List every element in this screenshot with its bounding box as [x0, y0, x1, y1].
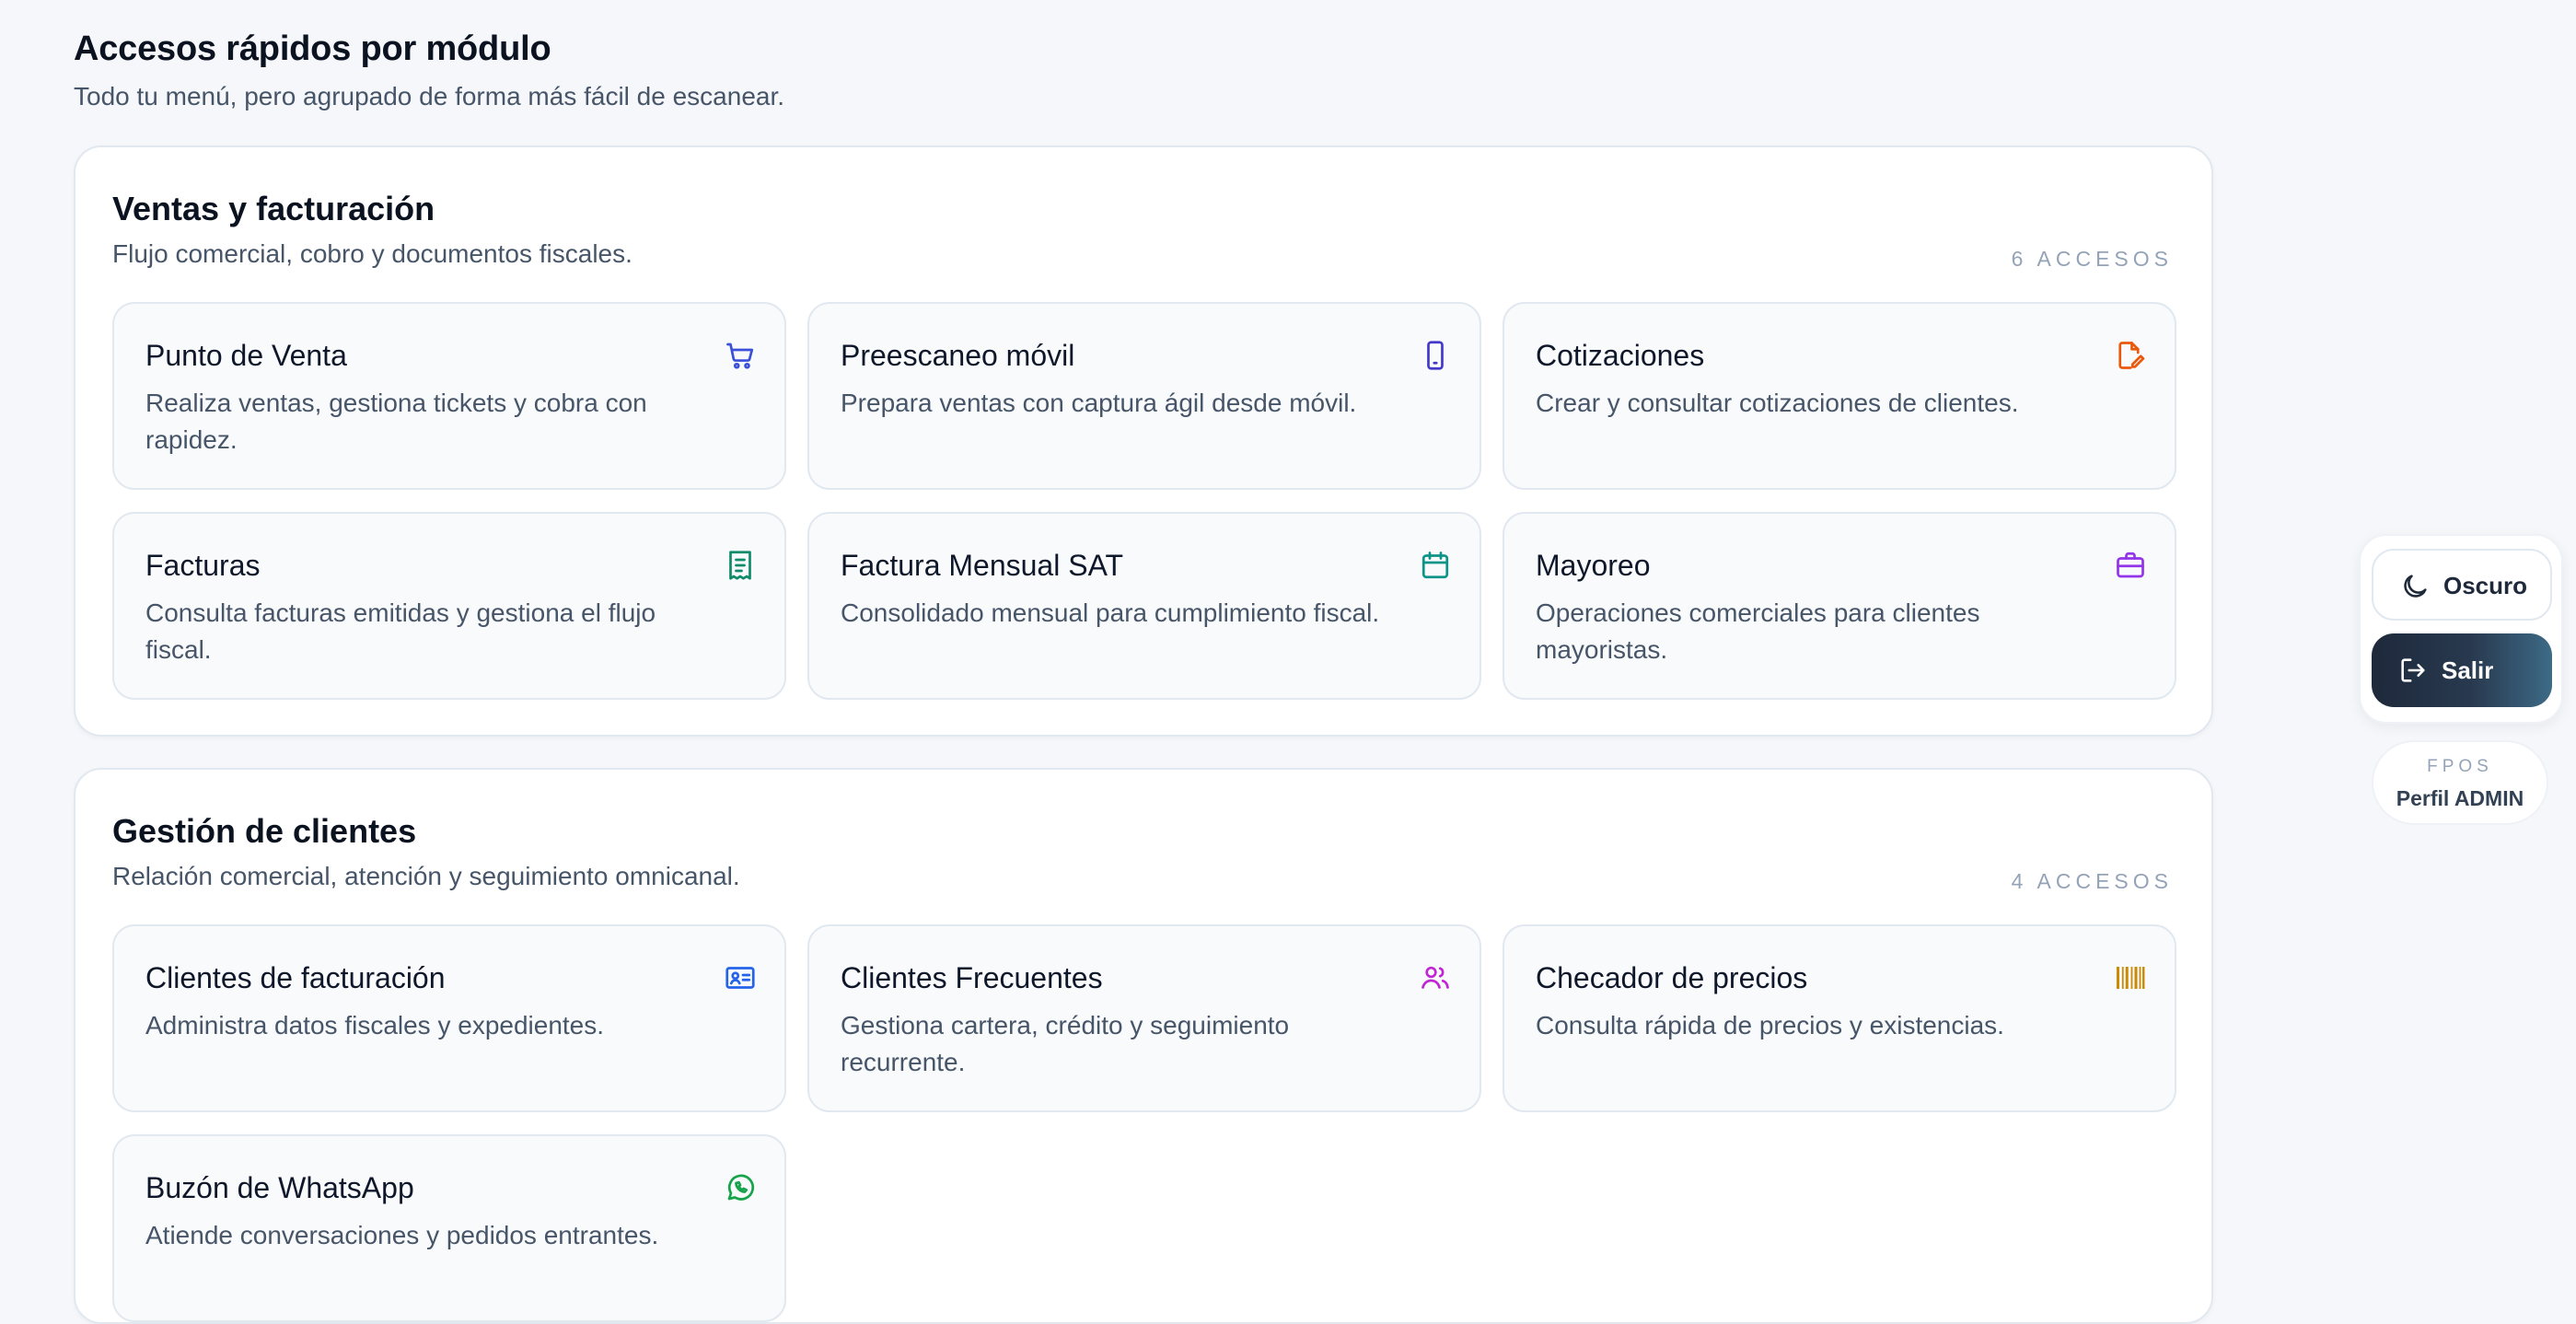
profile-badge: FPOS Perfil ADMIN [2372, 740, 2548, 825]
card-factura-mensual-sat[interactable]: Factura Mensual SAT Consolidado mensual … [807, 512, 1481, 700]
logout-button[interactable]: Salir [2372, 633, 2552, 707]
card-clientes-facturacion[interactable]: Clientes de facturación Administra datos… [112, 924, 786, 1112]
card-title: Clientes Frecuentes [841, 961, 1103, 994]
card-description: Realiza ventas, gestiona tickets y cobra… [145, 389, 647, 454]
page-subtitle: Todo tu menú, pero agrupado de forma más… [74, 82, 785, 110]
section-gestion-clientes: Gestión de clientes Relación comercial, … [74, 768, 2213, 1324]
card-description: Operaciones comerciales para clientes ma… [1536, 598, 1980, 664]
card-description: Administra datos fiscales y expedientes. [145, 1011, 605, 1039]
card-description: Consulta facturas emitidas y gestiona el… [145, 598, 656, 664]
page-title: Accesos rápidos por módulo [74, 29, 551, 68]
card-buzon-whatsapp[interactable]: Buzón de WhatsApp Atiende conversaciones… [112, 1134, 786, 1322]
card-description: Gestiona cartera, crédito y seguimiento … [841, 1011, 1290, 1076]
card-title: Checador de precios [1536, 961, 1808, 994]
moon-icon [2399, 571, 2431, 602]
card-punto-de-venta[interactable]: Punto de Venta Realiza ventas, gestiona … [112, 302, 786, 490]
app-name: FPOS [2427, 757, 2493, 776]
card-cotizaciones[interactable]: Cotizaciones Crear y consultar cotizacio… [1503, 302, 2176, 490]
card-clientes-frecuentes[interactable]: Clientes Frecuentes Gestiona cartera, cr… [807, 924, 1481, 1112]
card-title: Punto de Venta [145, 339, 347, 372]
card-description: Prepara ventas con captura ágil desde mó… [841, 389, 1357, 417]
card-title: Factura Mensual SAT [841, 549, 1124, 582]
section-subtitle: Relación comercial, atención y seguimien… [112, 862, 740, 890]
smartphone-icon [1419, 339, 1452, 372]
page-header: Accesos rápidos por módulo Todo tu menú,… [74, 29, 784, 111]
file-edit-icon [2114, 339, 2147, 372]
card-facturas[interactable]: Facturas Consulta facturas emitidas y ge… [112, 512, 786, 700]
section-ventas: Ventas y facturación Flujo comercial, co… [74, 145, 2213, 737]
dark-mode-toggle[interactable]: Oscuro [2372, 549, 2552, 621]
side-actions-panel: Oscuro Salir [2359, 534, 2563, 724]
dark-mode-label: Oscuro [2443, 572, 2528, 599]
card-title: Cotizaciones [1536, 339, 1705, 372]
logout-icon [2397, 655, 2429, 686]
section-count: 6 ACCESOS [2011, 247, 2173, 271]
card-title: Preescaneo móvil [841, 339, 1075, 372]
card-description: Crear y consultar cotizaciones de client… [1536, 389, 2019, 417]
card-title: Facturas [145, 549, 261, 582]
whatsapp-icon [724, 1171, 757, 1204]
logout-label: Salir [2442, 656, 2494, 684]
receipt-icon [724, 549, 757, 582]
briefcase-icon [2114, 549, 2147, 582]
section-count: 4 ACCESOS [2011, 869, 2173, 893]
card-title: Clientes de facturación [145, 961, 446, 994]
card-title: Mayoreo [1536, 549, 1651, 582]
card-mayoreo[interactable]: Mayoreo Operaciones comerciales para cli… [1503, 512, 2176, 700]
card-description: Consulta rápida de precios y existencias… [1536, 1011, 2004, 1039]
section-title: Gestión de clientes [112, 812, 417, 850]
card-description: Atiende conversaciones y pedidos entrant… [145, 1221, 659, 1249]
card-checador-precios[interactable]: Checador de precios Consulta rápida de p… [1503, 924, 2176, 1112]
section-subtitle: Flujo comercial, cobro y documentos fisc… [112, 239, 632, 268]
barcode-icon [2114, 961, 2147, 994]
users-icon [1419, 961, 1452, 994]
profile-role: Perfil ADMIN [2396, 786, 2524, 810]
section-title: Ventas y facturación [112, 190, 435, 227]
cart-icon [724, 339, 757, 372]
id-card-icon [724, 961, 757, 994]
card-description: Consolidado mensual para cumplimiento fi… [841, 598, 1380, 627]
card-preescaneo-movil[interactable]: Preescaneo móvil Prepara ventas con capt… [807, 302, 1481, 490]
card-title: Buzón de WhatsApp [145, 1171, 414, 1204]
calendar-icon [1419, 549, 1452, 582]
